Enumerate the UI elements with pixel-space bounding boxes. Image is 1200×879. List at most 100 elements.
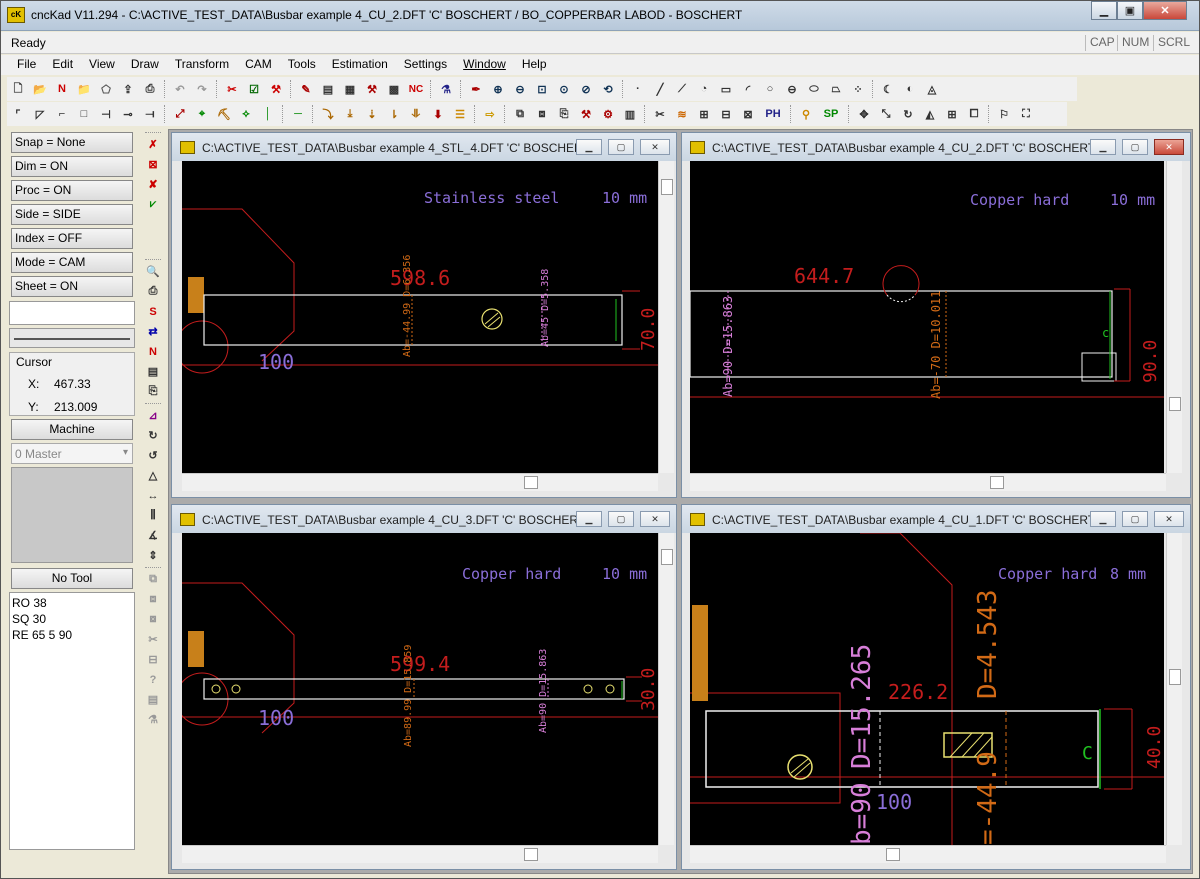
drawing-window-cu3[interactable]: C:\ACTIVE_TEST_DATA\Busbar example 4_CU_… (171, 504, 677, 870)
obround-icon[interactable]: ⬭ (805, 80, 823, 98)
inspect-icon[interactable]: ⎙ (143, 283, 163, 300)
menu-draw[interactable]: Draw (123, 55, 167, 75)
horizontal-scrollbar[interactable] (182, 473, 658, 491)
scroll-thumb[interactable] (661, 549, 673, 565)
drawing-canvas[interactable]: Copper hard 10 mm 644.7 90.0 c Ab=90 D=1… (690, 161, 1164, 473)
scroll-thumb[interactable] (1169, 669, 1181, 685)
arc-icon[interactable]: ◜ (739, 80, 757, 98)
bend-tool-icon[interactable]: ⚒ (577, 105, 595, 123)
mode-button[interactable]: Mode = CAM (11, 252, 133, 273)
chart-icon[interactable]: ◬ (923, 80, 941, 98)
tool-list-item[interactable]: RE 65 5 90 (12, 627, 134, 643)
menu-tools[interactable]: Tools (280, 55, 324, 75)
machine-button[interactable]: Machine (11, 419, 133, 440)
delete-punch-icon[interactable]: ✗ (143, 136, 163, 153)
punch-grid-icon[interactable]: ⇣ (363, 105, 381, 123)
circle-center-icon[interactable]: ◔ (695, 80, 713, 98)
menu-view[interactable]: View (81, 55, 123, 75)
doc-icon[interactable]: ▤ (143, 691, 163, 708)
punch-line-icon[interactable]: ⇂ (385, 105, 403, 123)
sheet-order-icon[interactable]: ⧉ (511, 105, 529, 123)
menu-cam[interactable]: CAM (237, 55, 280, 75)
rotate-icon[interactable]: ↻ (899, 105, 917, 123)
nc-icon[interactable]: NC (407, 80, 425, 98)
horizontal-scrollbar[interactable] (690, 473, 1166, 491)
scroll-thumb[interactable] (1169, 397, 1181, 411)
child-maximize-button[interactable]: ▢ (608, 139, 634, 155)
export-icon[interactable]: ⇪ (119, 80, 137, 98)
child-minimize-button[interactable]: ▁ (576, 139, 602, 155)
vertical-scrollbar[interactable] (1166, 533, 1182, 845)
tile-icon[interactable]: ⧉ (143, 571, 163, 588)
form-icon[interactable]: ⚙ (599, 105, 617, 123)
bend-icon[interactable]: ⚗ (437, 80, 455, 98)
open-part-icon[interactable]: 📁 (75, 80, 93, 98)
sheet-button[interactable]: Sheet = ON (11, 276, 133, 297)
nest-order-icon[interactable]: ⧈ (533, 105, 551, 123)
line-icon[interactable]: ╱ (651, 80, 669, 98)
ng-icon[interactable]: N (143, 343, 163, 360)
drawing-canvas[interactable]: Copper hard 8 mm 226.2 100 40.0 C D=15.2… (690, 533, 1164, 845)
horizontal-line-icon[interactable]: ─ (289, 105, 307, 123)
vertical-scrollbar[interactable] (658, 161, 674, 473)
move-icon[interactable]: ✥ (855, 105, 873, 123)
child-minimize-button[interactable]: ▁ (576, 511, 602, 527)
transfer-icon[interactable]: ⇨ (481, 105, 499, 123)
snap-button[interactable]: Snap = None (11, 132, 133, 153)
tool-icon[interactable]: ⚒ (267, 80, 285, 98)
check-all-icon[interactable]: ⩗ (143, 196, 163, 213)
width-icon[interactable]: ↔ (143, 487, 163, 504)
horizontal-scrollbar[interactable] (690, 845, 1166, 863)
new-nc-icon[interactable]: N (53, 80, 71, 98)
vertical-scrollbar[interactable] (658, 533, 674, 845)
chamfer-icon[interactable]: ◸ (31, 105, 49, 123)
menu-edit[interactable]: Edit (44, 55, 81, 75)
matrix-icon[interactable]: ▥ (621, 105, 639, 123)
punch-multi-icon[interactable]: ⤓ (341, 105, 359, 123)
child-title-bar[interactable]: C:\ACTIVE_TEST_DATA\Busbar example 4_CU_… (172, 505, 676, 533)
scroll-thumb[interactable] (524, 476, 538, 489)
shade-icon[interactable]: ◐ (901, 80, 919, 98)
index-button[interactable]: Index = OFF (11, 228, 133, 249)
apio-icon[interactable]: ⊠ (739, 105, 757, 123)
copy-icon[interactable]: ⎘ (555, 105, 573, 123)
title-bar[interactable]: cK cncKad V11.294 - C:\ACTIVE_TEST_DATA\… (1, 1, 1199, 31)
label-icon[interactable]: ⎘ (143, 383, 163, 400)
mirror-icon[interactable]: ◭ (921, 105, 939, 123)
align-icon[interactable]: ⊟ (143, 651, 163, 668)
vertical-line-icon[interactable]: │ (259, 105, 277, 123)
scale-icon[interactable]: ⤡ (877, 105, 895, 123)
menu-file[interactable]: File (9, 55, 44, 75)
points-icon[interactable]: ⁘ (849, 80, 867, 98)
extend-icon[interactable]: ⟞ (141, 105, 159, 123)
child-close-button[interactable]: ✕ (640, 139, 670, 155)
horizontal-scrollbar[interactable] (182, 845, 658, 863)
box-icon[interactable]: □ (75, 105, 93, 123)
drawing-window-cu1[interactable]: C:\ACTIVE_TEST_DATA\Busbar example 4_CU_… (681, 504, 1191, 870)
child-title-bar[interactable]: C:\ACTIVE_TEST_DATA\Busbar example 4_STL… (172, 133, 676, 161)
punch-arrow-icon[interactable]: ⬇ (429, 105, 447, 123)
proc-button[interactable]: Proc = ON (11, 180, 133, 201)
maximize-button[interactable]: ▣ (1117, 1, 1143, 20)
punch-icon[interactable]: ✂ (223, 80, 241, 98)
zoom-out-icon[interactable]: ⊖ (511, 80, 529, 98)
close-button[interactable]: ✕ (1143, 1, 1187, 20)
angle-icon[interactable]: ∡ (143, 527, 163, 544)
minimize-button[interactable]: ▁ (1091, 1, 1117, 20)
nest-icon[interactable]: ▦ (341, 80, 359, 98)
process-icon[interactable]: ✎ (297, 80, 315, 98)
menu-settings[interactable]: Settings (396, 55, 455, 75)
cascade-icon[interactable]: ⧈ (143, 591, 163, 608)
measure-icon[interactable]: ⟡ (237, 105, 255, 123)
scroll-thumb[interactable] (661, 179, 673, 195)
menu-estimation[interactable]: Estimation (324, 55, 396, 75)
side-button[interactable]: Side = SIDE (11, 204, 133, 225)
zoom-all-icon[interactable]: ⊙ (555, 80, 573, 98)
scissors-icon[interactable]: ✂ (143, 631, 163, 648)
array-icon[interactable]: ⊞ (943, 105, 961, 123)
break-icon[interactable]: ⊸ (119, 105, 137, 123)
triangle-icon[interactable]: △ (143, 467, 163, 484)
child-maximize-button[interactable]: ▢ (1122, 511, 1148, 527)
pen-icon[interactable]: ✒ (467, 80, 485, 98)
drawing-canvas[interactable]: Copper hard 10 mm 599.4 100 30.0 Ab=89.9… (182, 533, 658, 845)
